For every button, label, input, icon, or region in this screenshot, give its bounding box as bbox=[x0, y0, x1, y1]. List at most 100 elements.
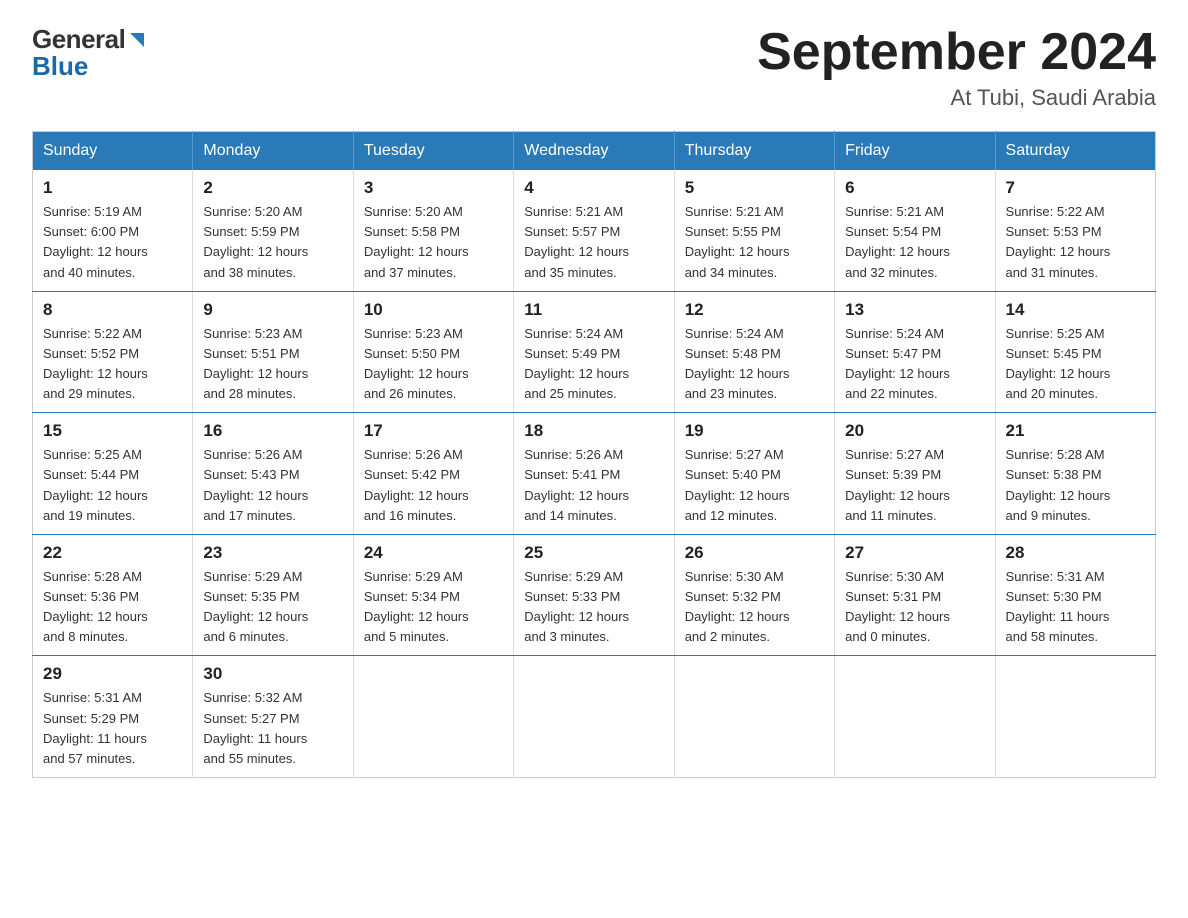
day-number: 28 bbox=[1006, 543, 1145, 563]
day-number: 29 bbox=[43, 664, 182, 684]
calendar-cell: 29 Sunrise: 5:31 AMSunset: 5:29 PMDaylig… bbox=[33, 656, 193, 778]
title-area: September 2024 At Tubi, Saudi Arabia bbox=[757, 24, 1156, 111]
calendar-cell: 7 Sunrise: 5:22 AMSunset: 5:53 PMDayligh… bbox=[995, 170, 1155, 291]
calendar-cell: 26 Sunrise: 5:30 AMSunset: 5:32 PMDaylig… bbox=[674, 534, 834, 656]
day-info: Sunrise: 5:23 AMSunset: 5:51 PMDaylight:… bbox=[203, 326, 308, 401]
calendar-cell: 8 Sunrise: 5:22 AMSunset: 5:52 PMDayligh… bbox=[33, 291, 193, 413]
month-title: September 2024 bbox=[757, 24, 1156, 81]
day-number: 11 bbox=[524, 300, 663, 320]
calendar-week-row: 29 Sunrise: 5:31 AMSunset: 5:29 PMDaylig… bbox=[33, 656, 1156, 778]
day-number: 15 bbox=[43, 421, 182, 441]
logo: General Blue bbox=[32, 24, 148, 82]
calendar-cell: 11 Sunrise: 5:24 AMSunset: 5:49 PMDaylig… bbox=[514, 291, 674, 413]
day-number: 23 bbox=[203, 543, 342, 563]
calendar-cell: 24 Sunrise: 5:29 AMSunset: 5:34 PMDaylig… bbox=[353, 534, 513, 656]
day-number: 25 bbox=[524, 543, 663, 563]
day-info: Sunrise: 5:29 AMSunset: 5:33 PMDaylight:… bbox=[524, 569, 629, 644]
day-info: Sunrise: 5:23 AMSunset: 5:50 PMDaylight:… bbox=[364, 326, 469, 401]
calendar-cell bbox=[835, 656, 995, 778]
day-number: 19 bbox=[685, 421, 824, 441]
day-info: Sunrise: 5:26 AMSunset: 5:43 PMDaylight:… bbox=[203, 447, 308, 522]
calendar-cell: 12 Sunrise: 5:24 AMSunset: 5:48 PMDaylig… bbox=[674, 291, 834, 413]
day-info: Sunrise: 5:31 AMSunset: 5:30 PMDaylight:… bbox=[1006, 569, 1110, 644]
day-number: 10 bbox=[364, 300, 503, 320]
calendar-cell bbox=[353, 656, 513, 778]
calendar-header-row: SundayMondayTuesdayWednesdayThursdayFrid… bbox=[33, 132, 1156, 171]
day-number: 12 bbox=[685, 300, 824, 320]
day-number: 27 bbox=[845, 543, 984, 563]
day-info: Sunrise: 5:30 AMSunset: 5:32 PMDaylight:… bbox=[685, 569, 790, 644]
calendar-cell: 14 Sunrise: 5:25 AMSunset: 5:45 PMDaylig… bbox=[995, 291, 1155, 413]
calendar-cell: 17 Sunrise: 5:26 AMSunset: 5:42 PMDaylig… bbox=[353, 413, 513, 535]
day-number: 7 bbox=[1006, 178, 1145, 198]
day-number: 13 bbox=[845, 300, 984, 320]
calendar-cell: 25 Sunrise: 5:29 AMSunset: 5:33 PMDaylig… bbox=[514, 534, 674, 656]
day-number: 4 bbox=[524, 178, 663, 198]
calendar-cell: 19 Sunrise: 5:27 AMSunset: 5:40 PMDaylig… bbox=[674, 413, 834, 535]
calendar-cell: 4 Sunrise: 5:21 AMSunset: 5:57 PMDayligh… bbox=[514, 170, 674, 291]
calendar-cell: 15 Sunrise: 5:25 AMSunset: 5:44 PMDaylig… bbox=[33, 413, 193, 535]
day-info: Sunrise: 5:30 AMSunset: 5:31 PMDaylight:… bbox=[845, 569, 950, 644]
calendar-week-row: 22 Sunrise: 5:28 AMSunset: 5:36 PMDaylig… bbox=[33, 534, 1156, 656]
day-number: 17 bbox=[364, 421, 503, 441]
logo-arrow-icon bbox=[126, 29, 148, 51]
calendar-week-row: 8 Sunrise: 5:22 AMSunset: 5:52 PMDayligh… bbox=[33, 291, 1156, 413]
day-info: Sunrise: 5:24 AMSunset: 5:48 PMDaylight:… bbox=[685, 326, 790, 401]
calendar-cell: 28 Sunrise: 5:31 AMSunset: 5:30 PMDaylig… bbox=[995, 534, 1155, 656]
header-day-thursday: Thursday bbox=[674, 132, 834, 171]
day-info: Sunrise: 5:25 AMSunset: 5:44 PMDaylight:… bbox=[43, 447, 148, 522]
calendar-cell: 20 Sunrise: 5:27 AMSunset: 5:39 PMDaylig… bbox=[835, 413, 995, 535]
day-info: Sunrise: 5:24 AMSunset: 5:47 PMDaylight:… bbox=[845, 326, 950, 401]
day-info: Sunrise: 5:26 AMSunset: 5:42 PMDaylight:… bbox=[364, 447, 469, 522]
day-info: Sunrise: 5:25 AMSunset: 5:45 PMDaylight:… bbox=[1006, 326, 1111, 401]
header-day-friday: Friday bbox=[835, 132, 995, 171]
day-number: 2 bbox=[203, 178, 342, 198]
day-info: Sunrise: 5:28 AMSunset: 5:36 PMDaylight:… bbox=[43, 569, 148, 644]
calendar-cell: 6 Sunrise: 5:21 AMSunset: 5:54 PMDayligh… bbox=[835, 170, 995, 291]
header-day-wednesday: Wednesday bbox=[514, 132, 674, 171]
page-header: General Blue September 2024 At Tubi, Sau… bbox=[32, 24, 1156, 111]
calendar-cell: 1 Sunrise: 5:19 AMSunset: 6:00 PMDayligh… bbox=[33, 170, 193, 291]
day-number: 24 bbox=[364, 543, 503, 563]
calendar-cell bbox=[674, 656, 834, 778]
day-info: Sunrise: 5:32 AMSunset: 5:27 PMDaylight:… bbox=[203, 690, 307, 765]
calendar-table: SundayMondayTuesdayWednesdayThursdayFrid… bbox=[32, 131, 1156, 778]
day-info: Sunrise: 5:28 AMSunset: 5:38 PMDaylight:… bbox=[1006, 447, 1111, 522]
logo-blue-text: Blue bbox=[32, 51, 148, 82]
calendar-cell: 27 Sunrise: 5:30 AMSunset: 5:31 PMDaylig… bbox=[835, 534, 995, 656]
day-info: Sunrise: 5:22 AMSunset: 5:52 PMDaylight:… bbox=[43, 326, 148, 401]
calendar-cell: 13 Sunrise: 5:24 AMSunset: 5:47 PMDaylig… bbox=[835, 291, 995, 413]
calendar-cell: 30 Sunrise: 5:32 AMSunset: 5:27 PMDaylig… bbox=[193, 656, 353, 778]
day-info: Sunrise: 5:21 AMSunset: 5:57 PMDaylight:… bbox=[524, 204, 629, 279]
day-number: 20 bbox=[845, 421, 984, 441]
calendar-cell: 10 Sunrise: 5:23 AMSunset: 5:50 PMDaylig… bbox=[353, 291, 513, 413]
day-number: 22 bbox=[43, 543, 182, 563]
day-number: 26 bbox=[685, 543, 824, 563]
calendar-cell: 23 Sunrise: 5:29 AMSunset: 5:35 PMDaylig… bbox=[193, 534, 353, 656]
day-info: Sunrise: 5:20 AMSunset: 5:59 PMDaylight:… bbox=[203, 204, 308, 279]
calendar-cell: 5 Sunrise: 5:21 AMSunset: 5:55 PMDayligh… bbox=[674, 170, 834, 291]
calendar-cell: 18 Sunrise: 5:26 AMSunset: 5:41 PMDaylig… bbox=[514, 413, 674, 535]
day-number: 18 bbox=[524, 421, 663, 441]
calendar-cell bbox=[995, 656, 1155, 778]
day-info: Sunrise: 5:22 AMSunset: 5:53 PMDaylight:… bbox=[1006, 204, 1111, 279]
calendar-cell: 9 Sunrise: 5:23 AMSunset: 5:51 PMDayligh… bbox=[193, 291, 353, 413]
calendar-cell bbox=[514, 656, 674, 778]
header-day-sunday: Sunday bbox=[33, 132, 193, 171]
day-number: 14 bbox=[1006, 300, 1145, 320]
day-number: 3 bbox=[364, 178, 503, 198]
day-info: Sunrise: 5:27 AMSunset: 5:39 PMDaylight:… bbox=[845, 447, 950, 522]
header-day-tuesday: Tuesday bbox=[353, 132, 513, 171]
calendar-cell: 22 Sunrise: 5:28 AMSunset: 5:36 PMDaylig… bbox=[33, 534, 193, 656]
header-day-saturday: Saturday bbox=[995, 132, 1155, 171]
day-info: Sunrise: 5:31 AMSunset: 5:29 PMDaylight:… bbox=[43, 690, 147, 765]
calendar-cell: 21 Sunrise: 5:28 AMSunset: 5:38 PMDaylig… bbox=[995, 413, 1155, 535]
day-number: 6 bbox=[845, 178, 984, 198]
day-info: Sunrise: 5:29 AMSunset: 5:34 PMDaylight:… bbox=[364, 569, 469, 644]
day-info: Sunrise: 5:27 AMSunset: 5:40 PMDaylight:… bbox=[685, 447, 790, 522]
calendar-cell: 16 Sunrise: 5:26 AMSunset: 5:43 PMDaylig… bbox=[193, 413, 353, 535]
calendar-cell: 3 Sunrise: 5:20 AMSunset: 5:58 PMDayligh… bbox=[353, 170, 513, 291]
day-number: 16 bbox=[203, 421, 342, 441]
day-info: Sunrise: 5:20 AMSunset: 5:58 PMDaylight:… bbox=[364, 204, 469, 279]
calendar-cell: 2 Sunrise: 5:20 AMSunset: 5:59 PMDayligh… bbox=[193, 170, 353, 291]
